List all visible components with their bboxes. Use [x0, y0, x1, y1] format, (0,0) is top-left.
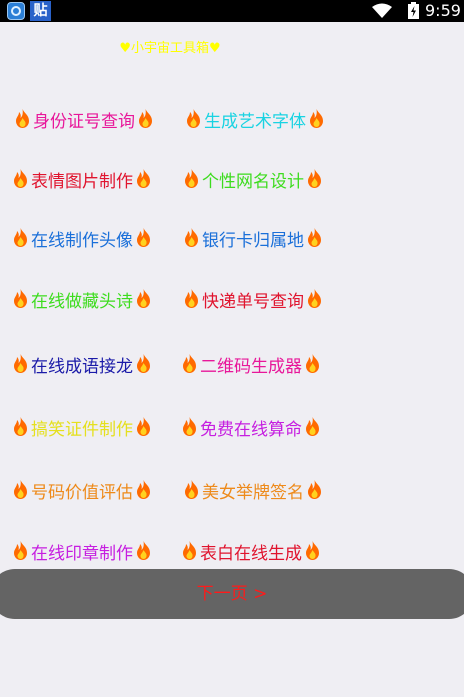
- tool-label: 在线做藏头诗: [31, 291, 133, 312]
- fire-icon: [14, 289, 27, 308]
- tool-item-qr-generator[interactable]: 二维码生成器: [181, 351, 321, 377]
- fire-icon: [187, 109, 200, 128]
- status-bar: 贴 9:59: [0, 0, 464, 22]
- fire-icon: [308, 480, 321, 499]
- fire-icon: [306, 417, 319, 436]
- fire-icon: [308, 228, 321, 247]
- tool-label: 身份证号查询: [33, 111, 135, 132]
- tool-item-express-tracking[interactable]: 快递单号查询: [183, 286, 323, 312]
- fire-icon: [306, 541, 319, 560]
- fire-icon: [183, 354, 196, 373]
- tool-item-idiom-chain[interactable]: 在线成语接龙: [12, 351, 152, 377]
- tool-item-confession-generator[interactable]: 表白在线生成: [181, 538, 321, 564]
- tool-label: 在线制作头像: [31, 230, 133, 251]
- fire-icon: [183, 417, 196, 436]
- tool-label: 号码价值评估: [31, 482, 133, 503]
- next-page-button[interactable]: 下一页 >: [0, 569, 464, 619]
- tool-item-bank-card-lookup[interactable]: 银行卡归属地: [183, 225, 323, 251]
- tool-item-avatar-maker[interactable]: 在线制作头像: [12, 225, 152, 251]
- fire-icon: [306, 354, 319, 373]
- fire-icon: [185, 169, 198, 188]
- battery-charging-icon: [408, 2, 419, 19]
- tool-label: 银行卡归属地: [202, 230, 304, 251]
- fire-icon: [137, 228, 150, 247]
- fire-icon: [137, 417, 150, 436]
- fire-icon: [185, 228, 198, 247]
- fire-icon: [139, 109, 152, 128]
- wifi-icon: [372, 3, 392, 18]
- fire-icon: [137, 289, 150, 308]
- tool-item-id-card-lookup[interactable]: 身份证号查询: [14, 106, 154, 132]
- tool-label: 美女举牌签名: [202, 482, 304, 503]
- tool-item-seal-maker[interactable]: 在线印章制作: [12, 538, 152, 564]
- tool-item-funny-certificate[interactable]: 搞笑证件制作: [12, 414, 152, 440]
- fire-icon: [14, 354, 27, 373]
- tieba-notification-icon: 贴: [30, 1, 51, 21]
- fire-icon: [308, 289, 321, 308]
- tool-item-nickname-design[interactable]: 个性网名设计: [183, 166, 323, 192]
- fire-icon: [137, 480, 150, 499]
- tool-label: 表白在线生成: [200, 543, 302, 564]
- tool-label: 在线印章制作: [31, 543, 133, 564]
- tool-label: 表情图片制作: [31, 171, 133, 192]
- page-title: ♥小宇宙工具箱♥: [119, 41, 221, 56]
- fire-icon: [14, 228, 27, 247]
- fire-icon: [137, 354, 150, 373]
- tool-item-number-value[interactable]: 号码价值评估: [12, 477, 152, 503]
- tool-label: 免费在线算命: [200, 419, 302, 440]
- screen: 贴 9:59 ♥小宇宙工具箱♥ 身份证号查询 生成艺术字体 表情图片制作 个性网…: [0, 0, 464, 697]
- fire-icon: [14, 480, 27, 499]
- app-notification-icon: [7, 2, 25, 20]
- tool-item-emoji-maker[interactable]: 表情图片制作: [12, 166, 152, 192]
- tool-label: 搞笑证件制作: [31, 419, 133, 440]
- tool-item-art-font[interactable]: 生成艺术字体: [185, 106, 325, 132]
- fire-icon: [310, 109, 323, 128]
- tool-item-fortune-telling[interactable]: 免费在线算命: [181, 414, 321, 440]
- fire-icon: [137, 169, 150, 188]
- tool-item-sign-board[interactable]: 美女举牌签名: [183, 477, 323, 503]
- fire-icon: [308, 169, 321, 188]
- fire-icon: [16, 109, 29, 128]
- fire-icon: [14, 169, 27, 188]
- tool-label: 生成艺术字体: [204, 111, 306, 132]
- tool-label: 二维码生成器: [200, 356, 302, 377]
- fire-icon: [185, 480, 198, 499]
- clock: 9:59: [425, 1, 461, 20]
- fire-icon: [183, 541, 196, 560]
- fire-icon: [185, 289, 198, 308]
- tool-item-acrostic-poem[interactable]: 在线做藏头诗: [12, 286, 152, 312]
- tool-label: 快递单号查询: [202, 291, 304, 312]
- tool-label: 个性网名设计: [202, 171, 304, 192]
- fire-icon: [137, 541, 150, 560]
- fire-icon: [14, 417, 27, 436]
- fire-icon: [14, 541, 27, 560]
- tool-label: 在线成语接龙: [31, 356, 133, 377]
